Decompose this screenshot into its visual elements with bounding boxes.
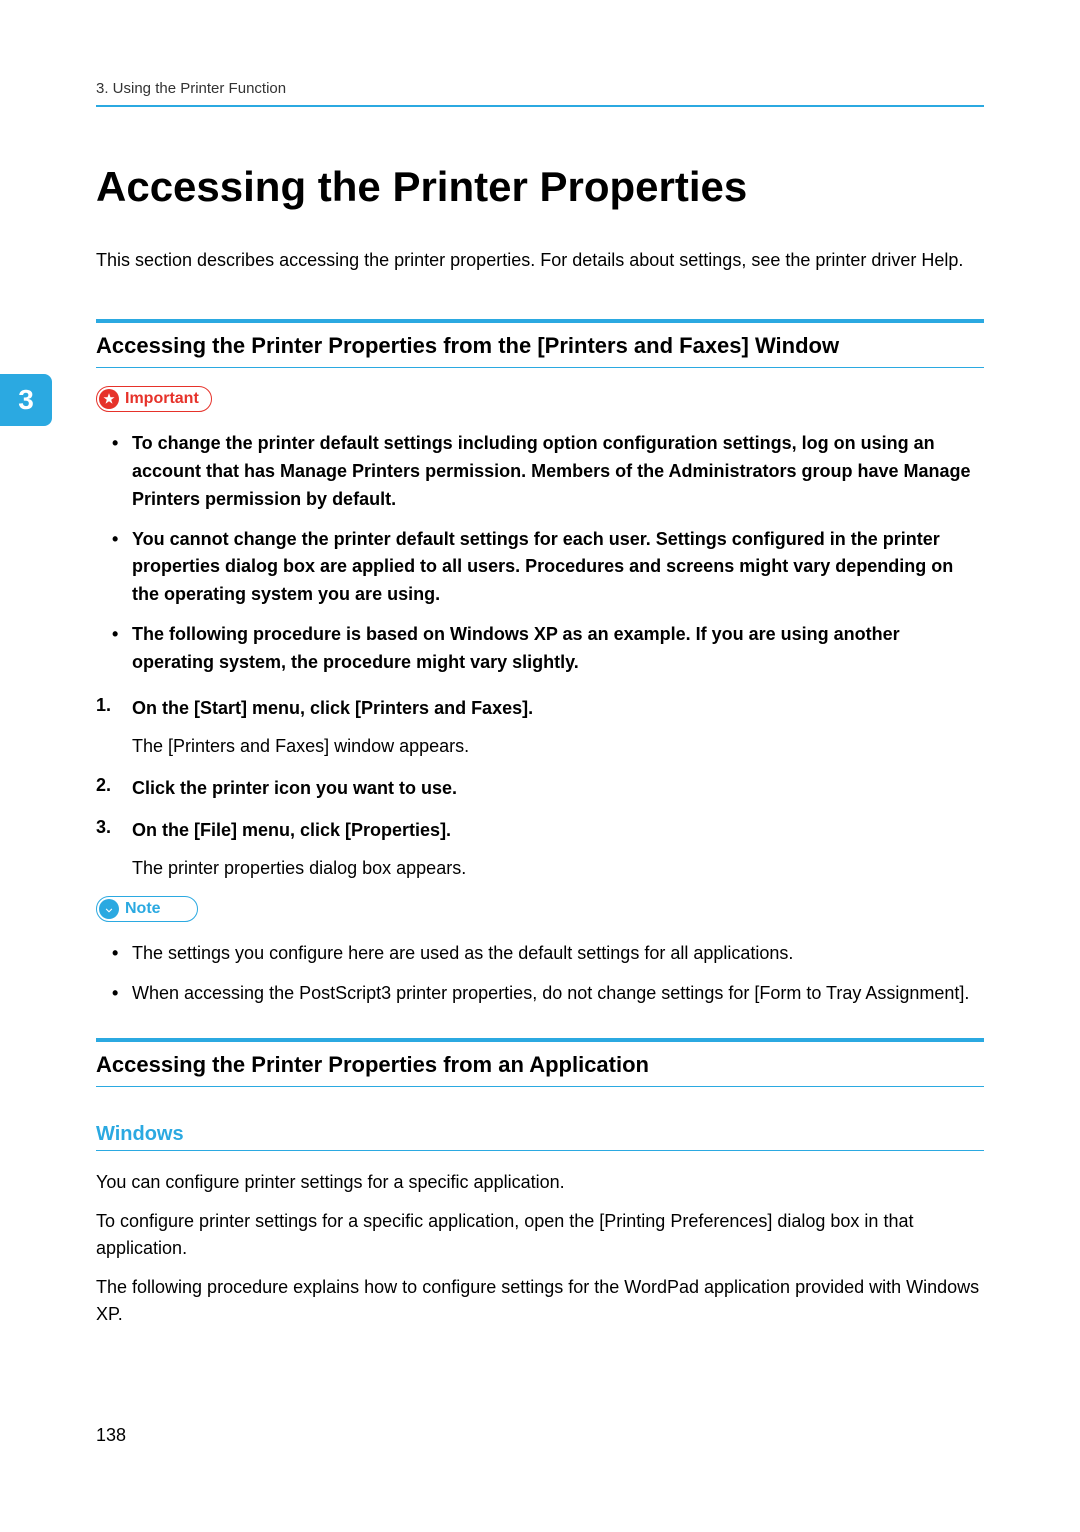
list-item: To change the printer default settings i… [96,430,984,514]
step-title: Click the printer icon you want to use. [132,775,984,803]
star-icon [99,389,119,409]
step-title: On the [Start] menu, click [Printers and… [132,695,984,723]
list-item: When accessing the PostScript3 printer p… [96,980,984,1008]
subsection-heading-windows: Windows [96,1123,984,1151]
section-heading-printers-faxes: Accessing the Printer Properties from th… [96,319,984,368]
step-desc: The printer properties dialog box appear… [132,855,984,883]
section-heading-application: Accessing the Printer Properties from an… [96,1038,984,1087]
list-item: You cannot change the printer default se… [96,526,984,610]
body-paragraph: To configure printer settings for a spec… [96,1208,984,1262]
step-title: On the [File] menu, click [Properties]. [132,817,984,845]
list-item: The following procedure is based on Wind… [96,621,984,677]
step-item: On the [File] menu, click [Properties]. … [96,817,984,883]
important-label: Important [125,390,199,408]
breadcrumb: 3. Using the Printer Function [96,80,984,107]
important-callout: Important [96,386,212,412]
note-label: Note [125,900,161,918]
page-number: 138 [96,1425,126,1446]
list-item: The settings you configure here are used… [96,940,984,968]
step-item: Click the printer icon you want to use. [96,775,984,803]
page-content: 3. Using the Printer Function Accessing … [0,0,1080,1380]
chapter-tab: 3 [0,374,52,426]
note-list: The settings you configure here are used… [96,940,984,1008]
step-item: On the [Start] menu, click [Printers and… [96,695,984,761]
arrow-down-icon [99,899,119,919]
intro-paragraph: This section describes accessing the pri… [96,247,984,275]
steps-list: On the [Start] menu, click [Printers and… [96,695,984,882]
body-paragraph: The following procedure explains how to … [96,1274,984,1328]
body-paragraph: You can configure printer settings for a… [96,1169,984,1196]
page-title: Accessing the Printer Properties [96,163,984,211]
step-desc: The [Printers and Faxes] window appears. [132,733,984,761]
note-callout: Note [96,896,198,922]
important-list: To change the printer default settings i… [96,430,984,677]
